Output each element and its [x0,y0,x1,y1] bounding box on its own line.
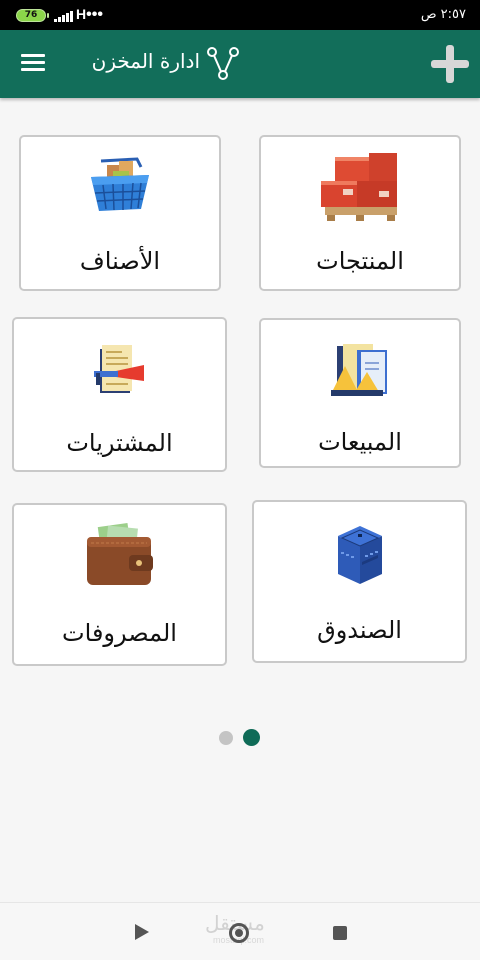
sales-label: المبيعات [318,428,402,456]
pager-dot-2-active[interactable] [243,729,260,746]
signal-icon [54,11,76,22]
back-triangle-icon[interactable] [135,924,149,940]
products-card[interactable]: المنتجات [259,135,461,291]
cash-box-icon [337,526,382,584]
wallet-icon [86,523,153,585]
categories-card[interactable]: الأصناف [19,135,221,291]
purchases-card[interactable]: المشتريات [12,317,227,472]
recent-square-icon[interactable] [333,926,347,940]
products-label: المنتجات [316,247,404,275]
sales-documents-icon [331,344,387,396]
purchases-label: المشتريات [66,429,173,457]
status-bar: 76 H••• ٢:٥٧ ص [0,0,480,30]
cashbox-label: الصندوق [317,616,402,644]
app-bar: ادارة المخزن [0,30,480,98]
cashbox-card[interactable]: الصندوق [252,500,467,663]
status-time: ٢:٥٧ ص [420,7,466,22]
home-circle-icon[interactable] [229,923,249,943]
battery-level: 76 [24,10,38,20]
expenses-card[interactable]: المصروفات [12,503,227,666]
shopping-basket-icon [91,157,149,211]
purchase-invoice-icon [93,345,144,393]
categories-label: الأصناف [79,247,161,275]
system-nav-bar: مستقل mostaql.com [0,902,480,960]
expenses-label: المصروفات [62,619,177,647]
network-type: H••• [76,6,103,23]
branch-nodes-icon [207,47,239,80]
battery-icon: 76 [16,9,46,22]
app-title: ادارة المخزن [91,49,200,73]
battery-tip [47,13,49,18]
plus-icon[interactable] [430,44,470,84]
pager-dot-1[interactable] [219,731,233,745]
hamburger-menu-icon[interactable] [21,52,47,74]
sales-card[interactable]: المبيعات [259,318,461,468]
pallet-boxes-icon [321,153,397,221]
